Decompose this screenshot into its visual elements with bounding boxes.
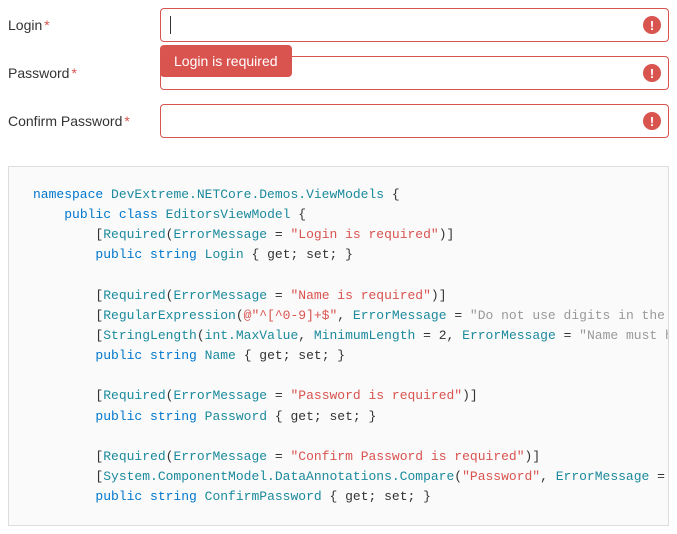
- error-icon: !: [643, 112, 661, 130]
- required-marker: *: [71, 65, 76, 81]
- confirm-input[interactable]: [160, 104, 669, 138]
- password-label: Password*: [8, 65, 160, 81]
- form-row-password: Password* !: [8, 56, 669, 90]
- form-row-login: Login* ! Login is required: [8, 8, 669, 42]
- label-text: Confirm Password: [8, 113, 122, 129]
- confirm-input-wrap: !: [160, 104, 669, 138]
- login-input-wrap: ! Login is required: [160, 8, 669, 42]
- kw-namespace: namespace: [33, 187, 103, 202]
- class-name: EditorsViewModel: [166, 207, 291, 222]
- label-text: Password: [8, 65, 69, 81]
- required-marker: *: [44, 17, 49, 33]
- login-label: Login*: [8, 17, 160, 33]
- code-panel: namespace DevExtreme.NETCore.Demos.ViewM…: [8, 166, 669, 526]
- required-marker: *: [124, 113, 129, 129]
- label-text: Login: [8, 17, 42, 33]
- error-icon: !: [643, 16, 661, 34]
- confirm-label: Confirm Password*: [8, 113, 160, 129]
- text-caret: [170, 16, 171, 34]
- attr-required: Required: [103, 227, 165, 242]
- ns-name: DevExtreme.NETCore.Demos.ViewModels: [111, 187, 384, 202]
- form-row-confirm: Confirm Password* !: [8, 104, 669, 138]
- login-input[interactable]: [160, 8, 669, 42]
- kw-class: public class: [64, 207, 158, 222]
- login-error-tooltip: Login is required: [160, 45, 292, 77]
- error-icon: !: [643, 64, 661, 82]
